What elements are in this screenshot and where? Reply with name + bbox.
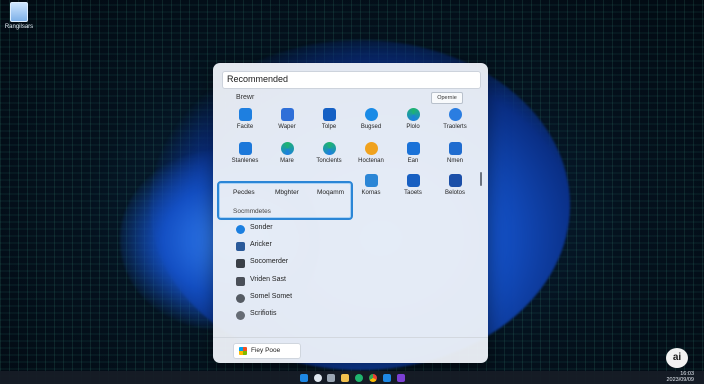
recycle-bin-label: Rangilsars [4, 24, 34, 30]
chrome-icon[interactable] [369, 374, 377, 382]
taskbar: 16:03 2023/09/09 [0, 371, 704, 384]
selected-item: Pecdes [233, 189, 255, 196]
app-icon [236, 242, 245, 251]
clock-date: 2023/09/09 [666, 377, 694, 383]
app-tile[interactable]: Belotos [432, 174, 478, 196]
selection-box[interactable]: Pecdes Mbghter Moqamm Socmmdetes [217, 181, 353, 220]
power-label: Fiey Pooe [251, 347, 281, 354]
edge-icon [406, 108, 420, 121]
app-tile[interactable]: Stanlenes [222, 142, 268, 164]
app-icon[interactable] [397, 374, 405, 382]
app-icon [236, 294, 245, 303]
taskview-icon[interactable] [327, 374, 335, 382]
recycle-bin-icon[interactable]: Rangilsars [4, 2, 34, 30]
app-icon [406, 142, 420, 155]
search-icon[interactable] [314, 374, 322, 382]
start-icon[interactable] [300, 374, 308, 382]
app-icon [364, 108, 378, 121]
app-tile[interactable]: Nmen [432, 142, 478, 164]
start-footer: Fiey Pooe [213, 337, 488, 364]
app-tile[interactable]: Plolo [390, 108, 436, 130]
app-icon [406, 174, 420, 187]
app-icon [236, 277, 245, 286]
app-tile[interactable]: Ean [390, 142, 436, 164]
clock[interactable]: 16:03 2023/09/09 [666, 371, 694, 383]
app-icon [280, 108, 294, 121]
app-tile[interactable]: Kornas [348, 174, 394, 196]
selected-item-partial: Socmmdetes [233, 208, 271, 215]
app-icon [448, 142, 462, 155]
store-icon[interactable] [383, 374, 391, 382]
app-icon [448, 174, 462, 187]
selected-item: Mbghter [275, 189, 299, 196]
selected-item: Moqamm [317, 189, 345, 196]
recommended-title: Recommended [227, 74, 289, 84]
app-icon [322, 108, 336, 121]
app-tile[interactable]: Hoctenan [348, 142, 394, 164]
edge-icon [322, 142, 336, 155]
app-icon [238, 142, 252, 155]
edge-icon[interactable] [355, 374, 363, 382]
edge-icon [280, 142, 294, 155]
files-icon[interactable] [341, 374, 349, 382]
app-icon [448, 108, 462, 121]
app-tile[interactable]: Taoets [390, 174, 436, 196]
app-tile[interactable]: Tolpe [306, 108, 352, 130]
section-label: Brewr [236, 94, 255, 101]
app-tile[interactable]: Tonclents [306, 142, 352, 164]
app-icon [364, 174, 378, 187]
app-tile[interactable]: Mare [264, 142, 310, 164]
recycle-bin-image [10, 2, 28, 22]
power-button[interactable]: Fiey Pooe [233, 343, 301, 359]
recommended-header[interactable]: Recommended [222, 71, 481, 89]
app-icon [236, 259, 245, 268]
ai-watermark: ai [666, 348, 688, 368]
app-icon [364, 142, 378, 155]
app-tile[interactable]: Waper [264, 108, 310, 130]
desktop-wallpaper: Rangilsars Recommended Brewr Opernie Fac… [0, 0, 704, 384]
app-icon [238, 108, 252, 121]
app-tile[interactable]: Traolerts [432, 108, 478, 130]
options-button[interactable]: Opernie [431, 92, 463, 104]
app-icon [236, 311, 245, 320]
app-tile[interactable]: Bugsed [348, 108, 394, 130]
app-tile[interactable]: Facite [222, 108, 268, 130]
scrollbar-thumb[interactable] [480, 172, 482, 186]
windows-logo-icon [239, 347, 247, 355]
app-icon [236, 225, 245, 234]
